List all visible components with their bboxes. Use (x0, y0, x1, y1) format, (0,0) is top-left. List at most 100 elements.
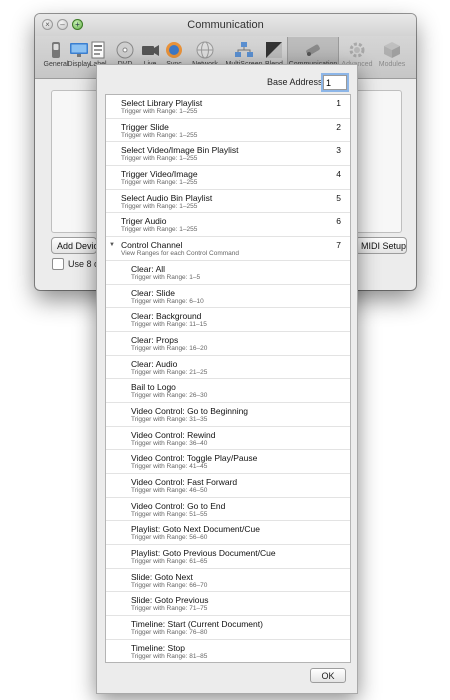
communication-icon (302, 40, 324, 60)
list-item-child[interactable]: Video Control: Go to Beginning Trigger wi… (106, 403, 350, 427)
list-item-title: Control Channel (121, 240, 183, 251)
list-item-title: Playlist: Goto Next Document/Cue (131, 524, 260, 535)
disclosure-triangle-icon[interactable]: ▼ (109, 242, 115, 248)
list-item-number: 7 (336, 240, 341, 251)
list-item-number: 4 (336, 169, 341, 180)
list-item-subtitle: Trigger with Range: 1–255 (121, 108, 198, 115)
list-item-child[interactable]: Video Control: Toggle Play/Pause Trigger … (106, 450, 350, 474)
list-item-title: Trigger Video/Image (121, 169, 198, 180)
list-item-title: Slide: Goto Previous (131, 595, 209, 606)
list-item-child[interactable]: Video Control: Fast Forward Trigger with … (106, 474, 350, 498)
list-item-subtitle: Trigger with Range: 26–30 (131, 392, 208, 400)
window-title: Communication (187, 19, 264, 31)
list-item-title: Clear: Props (131, 334, 179, 345)
list-item[interactable]: Triger Audio Trigger with Range: 1–255 6 (106, 213, 350, 238)
list-item-subtitle: Trigger with Range: 61–65 (131, 558, 208, 566)
list-item-subtitle: Trigger with Range: 1–255 (121, 226, 198, 234)
list-item-subtitle: Trigger with Range: 16–20 (131, 344, 208, 352)
gear-icon (346, 40, 368, 60)
ok-button[interactable]: OK (310, 668, 346, 683)
list-item-subtitle: Trigger with Range: 1–255 (121, 179, 198, 187)
list-item-subtitle: Trigger with Range: 1–255 (121, 131, 198, 139)
list-item-subtitle: Trigger with Range: 6–10 (131, 297, 204, 305)
list-item-title: Timeline: Stop (131, 642, 186, 653)
list-item-subtitle: Trigger with Range: 51–55 (131, 510, 208, 518)
list-item-title: Clear: All (131, 263, 166, 274)
list-item-title: Slide: Goto Next (131, 571, 193, 582)
control-channel-sheet: Base Address: Select Library PlaylistTri… (96, 64, 358, 694)
list-item-subtitle: Trigger with Range: 71–75 (131, 605, 208, 613)
network-icon (194, 40, 216, 60)
list-item-child[interactable]: Timeline: Stop Trigger with Range: 81–85 (106, 640, 350, 662)
list-item-subtitle: Trigger with Range: 66–70 (131, 581, 208, 589)
list-item-child[interactable]: Timeline: Start (Current Document) Trigge… (106, 616, 350, 640)
list-item-title: Video Control: Fast Forward (131, 477, 238, 487)
list-item-title: Select Video/Image Bin Playlist (121, 145, 239, 156)
list-item-title: Clear: Background (131, 311, 202, 322)
use-8-channels-checkbox[interactable] (52, 258, 64, 270)
list-item-child[interactable]: Bail to Logo Trigger with Range: 26–30 (106, 379, 350, 403)
list-item-title: Select Library Playlist (121, 98, 203, 108)
list-item[interactable]: Select Video/Image Bin Playlist Trigger w… (106, 142, 350, 167)
list-item-number: 6 (336, 216, 341, 227)
list-item-child[interactable]: Slide: Goto Next Trigger with Range: 66–7… (106, 569, 350, 593)
base-address-label: Base Address: (267, 77, 326, 87)
blend-icon (263, 40, 285, 60)
list-item-number: 1 (336, 98, 341, 108)
sync-icon (163, 40, 185, 60)
list-item-title: Clear: Slide (131, 287, 175, 298)
toolbar-label: Modules (378, 61, 406, 68)
list-item-child[interactable]: Slide: Goto Previous Trigger with Range: … (106, 592, 350, 617)
list-item-child[interactable]: Clear: Audio Trigger with Range: 21–25 (106, 356, 350, 380)
list-item-number: 5 (336, 192, 341, 203)
list-item-subtitle: View Ranges for each Control Command (121, 250, 240, 258)
list-item-subtitle: Trigger with Range: 46–50 (131, 487, 208, 494)
list-item-child[interactable]: Clear: Slide Trigger with Range: 6–10 (106, 285, 350, 309)
list-item[interactable]: Select Audio Bin Playlist Trigger with Ra… (106, 190, 350, 214)
list-item-subtitle: Trigger with Range: 1–255 (121, 202, 198, 210)
add-device-button[interactable]: Add Device (51, 237, 97, 254)
list-item-title: Playlist: Goto Previous Document/Cue (131, 548, 276, 559)
list-item-child[interactable]: Playlist: Goto Previous Document/Cue Trig… (106, 545, 350, 569)
list-item[interactable]: ▼ Control Channel View Ranges for each Con… (106, 237, 350, 261)
base-address-input[interactable] (321, 73, 349, 92)
list-item-child[interactable]: Playlist: Goto Next Document/Cue Trigger … (106, 521, 350, 546)
multiscreen-icon (233, 40, 255, 60)
toolbar-item-modules[interactable]: Modules (375, 37, 409, 77)
list-item-title: Select Audio Bin Playlist (121, 192, 213, 203)
list-item-subtitle: Trigger with Range: 41–45 (131, 463, 208, 471)
list-item-subtitle: Trigger with Range: 21–25 (131, 368, 208, 376)
command-list[interactable]: Select Library Playlist Trigger with Rang… (105, 94, 351, 663)
list-item-subtitle: Trigger with Range: 36–40 (131, 439, 208, 447)
list-item-number: 2 (336, 121, 341, 132)
list-item-subtitle: Trigger with Range: 31–35 (131, 415, 208, 423)
list-item-child[interactable]: Clear: All Trigger with Range: 1–5 (106, 261, 350, 285)
midi-setup-button[interactable]: MIDI Setup (355, 237, 407, 254)
list-item-number: 3 (336, 145, 341, 156)
list-item-title: Video Control: Go to End (131, 500, 226, 511)
list-item-title: Video Control: Rewind (131, 429, 216, 440)
title-bar[interactable]: × – + Communication (35, 14, 416, 36)
list-item-subtitle: Trigger with Range: 1–255 (121, 155, 198, 163)
list-item-child[interactable]: Clear: Background Trigger with Range: 11–… (106, 308, 350, 332)
list-item-subtitle: Trigger with Range: 11–15 (131, 321, 207, 329)
list-item-subtitle: Trigger with Range: 1–5 (131, 273, 201, 281)
list-item-title: Triger Audio (121, 216, 167, 227)
list-item-subtitle: Trigger with Range: 76–80 (131, 629, 208, 637)
list-item-title: Bail to Logo (131, 382, 176, 393)
list-item-title: Video Control: Go to Beginning (131, 405, 249, 416)
list-item-title: Trigger Slide (121, 121, 169, 132)
list-item-title: Video Control: Toggle Play/Pause (131, 453, 258, 464)
list-item-child[interactable]: Video Control: Go to End Trigger with Ran… (106, 498, 350, 522)
list-item-title: Timeline: Start (Current Document) (131, 619, 263, 630)
list-item-child[interactable]: Video Control: Rewind Trigger with Range:… (106, 427, 350, 451)
list-item-title: Clear: Audio (131, 358, 178, 369)
label-icon (87, 40, 109, 60)
list-item-child[interactable]: Clear: Props Trigger with Range: 16–20 (106, 332, 350, 356)
modules-icon (381, 40, 403, 60)
list-item[interactable]: Select Library Playlist Trigger with Rang… (106, 95, 350, 119)
list-item[interactable]: Trigger Video/Image Trigger with Range: 1… (106, 166, 350, 190)
list-item-subtitle: Trigger with Range: 56–60 (131, 534, 208, 542)
list-item[interactable]: Trigger Slide Trigger with Range: 1–255 2 (106, 119, 350, 143)
list-item-subtitle: Trigger with Range: 81–85 (131, 652, 208, 660)
